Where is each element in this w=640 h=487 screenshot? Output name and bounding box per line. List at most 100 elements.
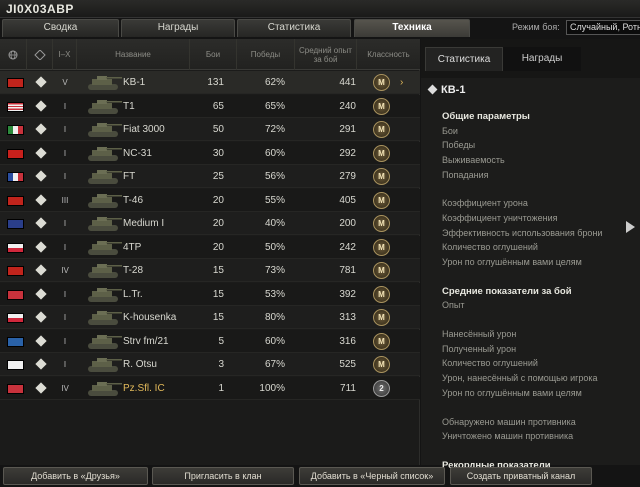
battles-cell: 65 xyxy=(212,100,224,112)
wins-sort-header[interactable]: Победы xyxy=(237,39,295,70)
stats-label: Попадания xyxy=(442,169,489,180)
battles-sort-header[interactable]: Бои xyxy=(190,39,237,70)
table-row[interactable]: IV T-28 15 73% 781 M xyxy=(0,259,420,282)
details-tab-statistics[interactable]: Статистика xyxy=(425,47,503,71)
battles-cell: 50 xyxy=(212,124,224,135)
avg-exp-cell: 279 xyxy=(339,171,356,182)
tank-class-icon xyxy=(35,193,47,206)
main-tabs: Сводка Награды Статистика Техника xyxy=(0,19,520,37)
tank-icon xyxy=(88,99,122,114)
stats-section-heading: Средние показатели за бой xyxy=(442,285,572,297)
tank-class-icon xyxy=(35,99,47,112)
table-row[interactable]: I Fiat 3000 50 72% 291 M xyxy=(0,118,420,141)
tank-icon xyxy=(88,381,122,396)
stats-label: Выживаемость xyxy=(442,154,505,165)
tier-cell: I xyxy=(63,360,67,369)
avg-exp-cell: 240 xyxy=(339,100,356,112)
battles-cell: 15 xyxy=(212,312,224,323)
battles-cell: 5 xyxy=(218,335,224,347)
stats-label: Полученный урон xyxy=(442,343,517,354)
wins-cell: 53% xyxy=(264,288,285,300)
vehicles-table: I–X Название Бои Победы Средний опыт за … xyxy=(0,39,420,465)
table-row[interactable]: IV Pz.Sfl. IC 1 100% 711 2 xyxy=(0,376,420,400)
sweden-flag-icon xyxy=(7,336,24,347)
battles-cell: 1 xyxy=(218,382,224,394)
table-row[interactable]: I Medium I 20 40% 200 M xyxy=(0,212,420,235)
tank-icon xyxy=(88,358,122,372)
avg-exp-cell: 392 xyxy=(339,288,356,300)
tier-cell: I xyxy=(63,125,67,134)
tier-sort-header[interactable]: I–X xyxy=(53,39,77,70)
mastery-badge-icon: 2 xyxy=(373,379,390,397)
table-row[interactable]: V KB-1 131 62% 441 M › xyxy=(0,71,420,94)
battle-mode-label: Режим боя: xyxy=(512,22,560,32)
vehicle-details-panel: Статистика Награды КВ-1 Общие параметры Б… xyxy=(421,39,640,471)
stats-label: Урон по оглушённым вами целям xyxy=(442,387,582,398)
tank-class-icon xyxy=(35,264,47,276)
tank-icon xyxy=(88,193,122,208)
tier-cell: III xyxy=(61,195,69,205)
wins-cell: 50% xyxy=(264,241,285,253)
tab-vehicles[interactable]: Техника xyxy=(354,19,470,37)
table-row[interactable]: I L.Tr. 15 53% 392 M xyxy=(0,282,420,306)
private-channel-button[interactable]: Создать приватный канал xyxy=(450,467,592,485)
name-sort-header[interactable]: Название xyxy=(77,39,190,70)
ussr-flag-icon xyxy=(7,78,24,88)
wins-cell: 67% xyxy=(264,359,285,370)
avg-exp-cell: 525 xyxy=(339,359,356,370)
battles-cell: 20 xyxy=(212,218,224,229)
ussr-flag-icon xyxy=(7,195,24,206)
uk-flag-icon xyxy=(7,219,24,229)
mastery-badge-icon: M xyxy=(373,168,390,185)
stats-label: Количество оглушений xyxy=(442,358,538,369)
tank-class-icon xyxy=(35,217,47,229)
wins-cell: 55% xyxy=(264,194,285,206)
scrollbar-thumb[interactable] xyxy=(626,221,635,233)
tab-awards[interactable]: Награды xyxy=(121,19,235,37)
mastery-badge-icon: M xyxy=(373,74,390,91)
avg-exp-sort-header[interactable]: Средний опыт за бой xyxy=(295,39,357,70)
table-row[interactable]: I K-housenka 15 80% 313 M xyxy=(0,306,420,329)
vehicle-title-text: КВ-1 xyxy=(441,84,466,96)
table-row[interactable]: I 4TP 20 50% 242 M xyxy=(0,235,420,259)
table-row[interactable]: III T-46 20 55% 405 M xyxy=(0,188,420,212)
tank-icon xyxy=(88,123,122,137)
tier-cell: I xyxy=(63,289,67,299)
germany-flag-icon xyxy=(7,383,24,394)
tier-cell: I xyxy=(63,148,67,158)
mastery-badge-icon: M xyxy=(373,238,390,256)
italy-flag-icon xyxy=(7,125,24,135)
tier-cell: I xyxy=(63,172,67,181)
invite-clan-button[interactable]: Пригласить в клан xyxy=(152,467,294,485)
tier-cell: V xyxy=(62,78,68,87)
tank-class-icon xyxy=(35,358,47,370)
tank-icon xyxy=(88,146,122,161)
tab-statistics[interactable]: Статистика xyxy=(237,19,351,37)
stats-label: Нанесённый урон xyxy=(442,329,517,339)
mastery-sort-header[interactable]: Классность xyxy=(357,39,420,70)
wins-cell: 60% xyxy=(264,335,285,347)
nation-sort-header[interactable] xyxy=(0,39,27,70)
battle-mode-select[interactable]: Случайный, Ротн xyxy=(566,20,640,35)
tank-class-icon xyxy=(35,123,47,135)
table-row[interactable]: I T1 65 65% 240 M xyxy=(0,94,420,118)
mastery-badge-icon: M xyxy=(373,332,390,350)
battles-cell: 131 xyxy=(207,77,224,88)
stats-label: Эффективность использования брони xyxy=(442,227,603,238)
type-sort-header[interactable] xyxy=(27,39,53,70)
table-row[interactable]: I R. Otsu 3 67% 525 M xyxy=(0,353,420,376)
table-row[interactable]: I Strv fm/21 5 60% 316 M xyxy=(0,329,420,353)
battles-cell: 25 xyxy=(212,171,224,182)
add-blacklist-button[interactable]: Добавить в «Черный список» xyxy=(299,467,445,485)
stats-label: Опыт xyxy=(442,300,465,311)
tab-summary[interactable]: Сводка xyxy=(2,19,119,37)
add-friend-button[interactable]: Добавить в «Друзья» xyxy=(3,467,148,485)
details-tab-awards[interactable]: Награды xyxy=(503,47,581,71)
table-row[interactable]: I NC-31 30 60% 292 M xyxy=(0,141,420,165)
stats-label: Обнаружено машин противника xyxy=(442,416,576,427)
wins-cell: 56% xyxy=(264,171,285,182)
stats-section-heading: Общие параметры xyxy=(442,111,530,122)
tank-icon xyxy=(88,240,122,255)
avg-exp-cell: 711 xyxy=(340,382,356,394)
table-row[interactable]: I FT 25 56% 279 M xyxy=(0,165,420,188)
